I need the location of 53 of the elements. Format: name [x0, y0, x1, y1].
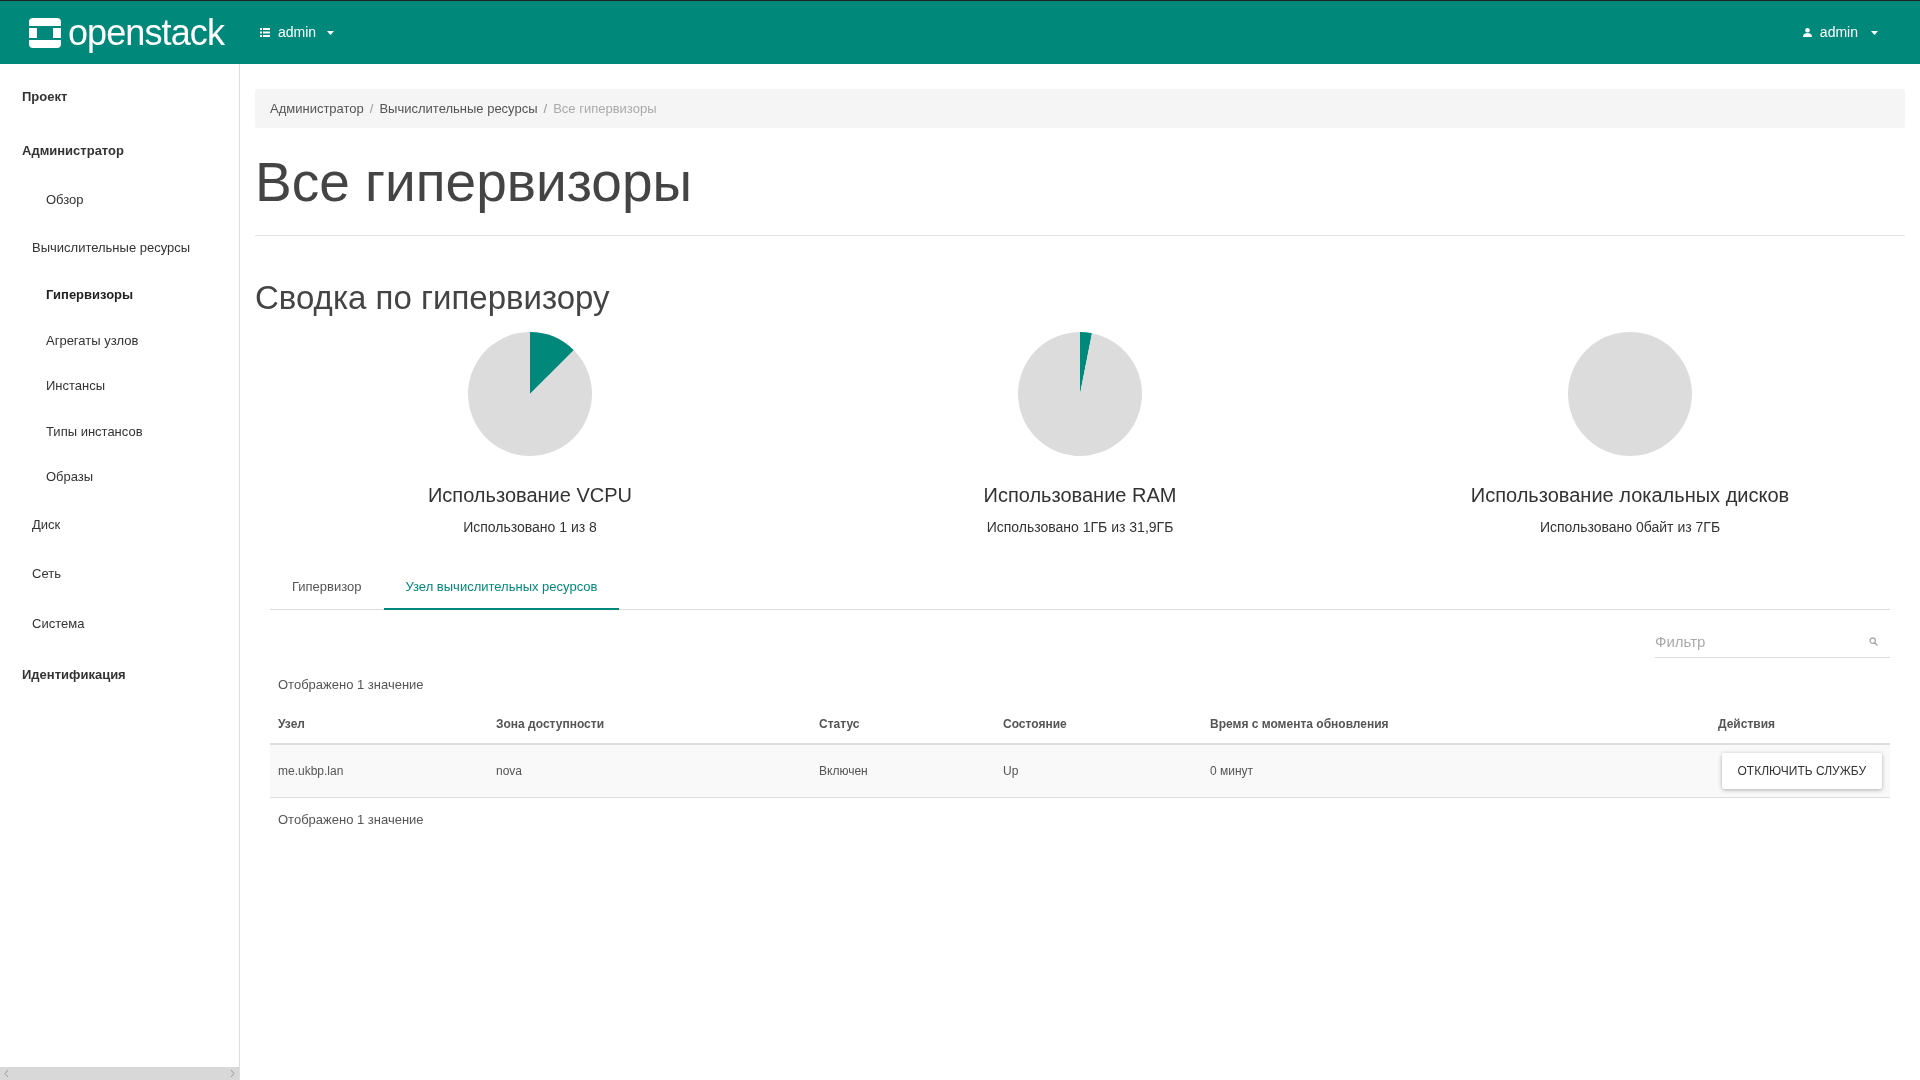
- sidebar-item[interactable]: Образы: [0, 454, 239, 500]
- sidebar-item[interactable]: Администратор: [0, 123, 239, 177]
- column-header: Зона доступности: [496, 717, 604, 732]
- column-header: Статус: [819, 717, 860, 732]
- sidebar-item[interactable]: Инстансы: [0, 363, 239, 409]
- sidebar-item[interactable]: Обзор: [0, 177, 239, 223]
- tab[interactable]: Узел вычислительных ресурсов: [383, 565, 620, 610]
- logo-icon: [28, 15, 62, 50]
- project-menu[interactable]: admin: [260, 22, 335, 43]
- page-title: Все гипервизоры: [255, 152, 1905, 236]
- breadcrumb-item: Все гипервизоры: [553, 99, 657, 118]
- list-icon: [260, 28, 270, 37]
- table-cell: nova: [496, 764, 523, 779]
- gauge-label: Использование локальных дисков: [1470, 482, 1790, 508]
- logo-text: openstack: [68, 14, 224, 51]
- caret-icon: [327, 30, 335, 35]
- table-cell: Включен: [819, 764, 868, 779]
- item-count: Отображено 1 значение: [277, 675, 425, 694]
- table-cell: Up: [1003, 764, 1019, 779]
- column-header: Состояние: [1003, 717, 1067, 732]
- search-icon: [1869, 636, 1878, 646]
- sidebar-item[interactable]: Вычислительные ресурсы: [0, 222, 239, 272]
- table-cell: 0 минут: [1210, 764, 1254, 779]
- sidebar-item[interactable]: Агрегаты узлов: [0, 317, 239, 363]
- sidebar-item[interactable]: Проект: [0, 70, 239, 124]
- disable-service-button[interactable]: ОТКЛЮЧИТЬ СЛУЖБУ: [1721, 753, 1882, 790]
- breadcrumb-separator: /: [542, 99, 549, 118]
- gauge-label: Использование VCPU: [427, 482, 632, 508]
- section-title: Сводка по гипервизору: [255, 279, 611, 316]
- column-header: Время с момента обновления: [1210, 717, 1389, 732]
- sidebar-item[interactable]: Система: [0, 598, 239, 648]
- caret-icon: [1871, 30, 1878, 35]
- filter-field[interactable]: Фильтр: [1655, 625, 1890, 658]
- gauge-label: Использование RAM: [983, 482, 1177, 508]
- gauge-reading: Использовано 1ГБ из 31,9ГБ: [986, 517, 1174, 537]
- user-menu[interactable]: admin: [1802, 22, 1878, 43]
- gauge-reading: Использовано 0байт из 7ГБ: [1539, 517, 1721, 537]
- sidebar-item[interactable]: Диск: [0, 499, 239, 549]
- sidebar-item[interactable]: Типы инстансов: [0, 408, 239, 454]
- tab[interactable]: Гипервизор: [270, 565, 384, 610]
- table-cell: me.ukbp.lan: [278, 764, 344, 779]
- sidebar-item[interactable]: Гипервизоры: [0, 272, 239, 318]
- sidebar-item[interactable]: Сеть: [0, 549, 239, 599]
- breadcrumb-item[interactable]: Вычислительные ресурсы: [379, 98, 538, 119]
- sidebar-item[interactable]: Идентификация: [0, 648, 239, 702]
- column-header: Узел: [278, 717, 305, 732]
- breadcrumb-separator: /: [368, 99, 375, 118]
- item-count: Отображено 1 значение: [277, 811, 425, 830]
- gauge-reading: Использовано 1 из 8: [463, 517, 597, 537]
- scrollbar[interactable]: [0, 1067, 239, 1080]
- column-header: Действия: [1718, 717, 1776, 732]
- user-icon: [1802, 28, 1812, 37]
- breadcrumb-item[interactable]: Администратор: [270, 98, 364, 119]
